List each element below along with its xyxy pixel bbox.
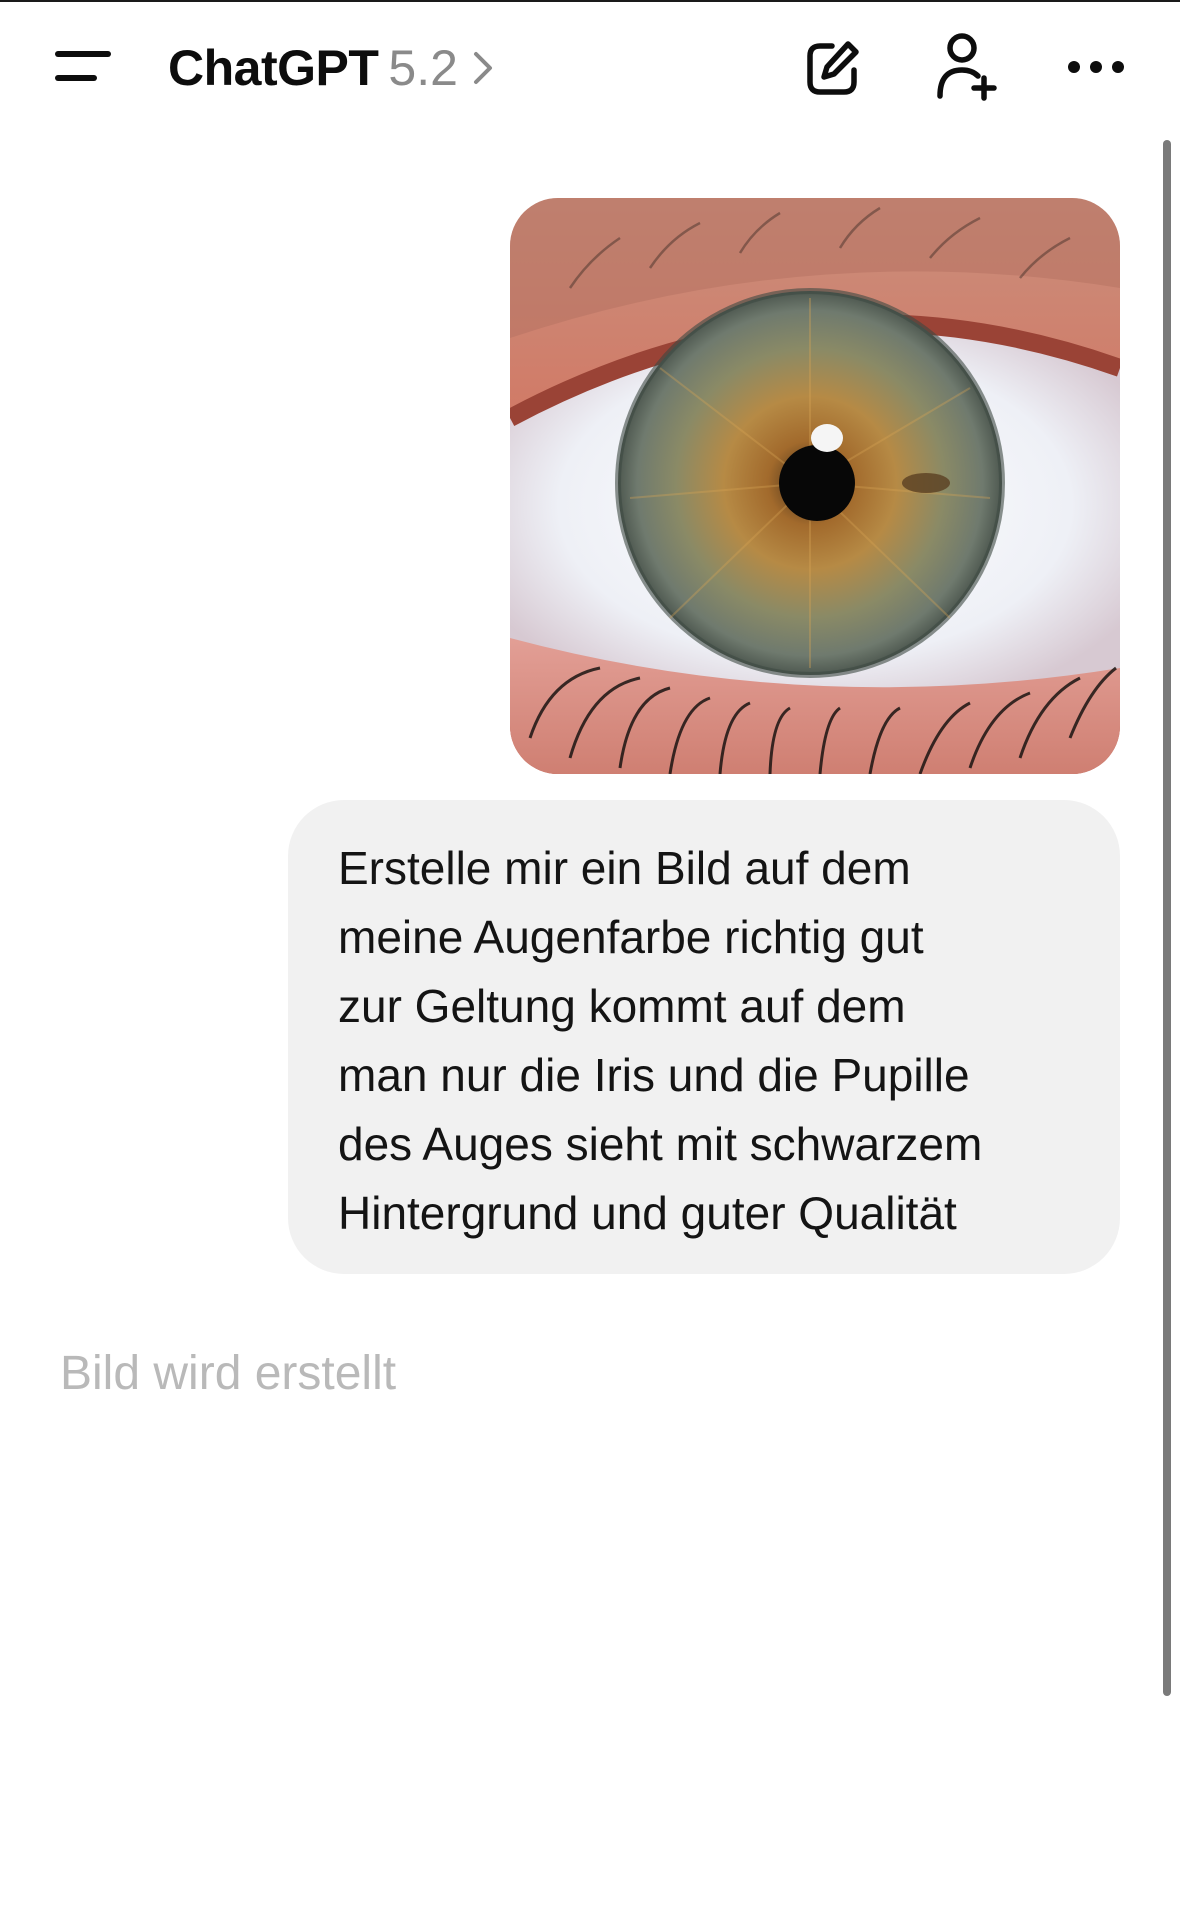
scrollbar[interactable] [1163,140,1171,1696]
app-header: ChatGPT 5.2 [0,0,1180,140]
add-user-icon[interactable] [932,32,1000,102]
app-title: ChatGPT [168,40,379,96]
more-icon[interactable] [1066,52,1126,82]
menu-icon[interactable] [52,44,116,92]
eye-photo[interactable] [510,198,1120,774]
edit-icon[interactable] [802,36,862,100]
model-selector[interactable]: ChatGPT 5.2 [168,36,494,100]
assistant-status-text: Bild wird erstellt [60,1347,397,1400]
chevron-right-icon [472,48,494,88]
user-message-text: Erstelle mir ein Bild auf dem meine Auge… [338,842,983,1239]
user-message-bubble: Erstelle mir ein Bild auf dem meine Auge… [288,800,1120,1274]
model-version: 5.2 [388,40,458,96]
